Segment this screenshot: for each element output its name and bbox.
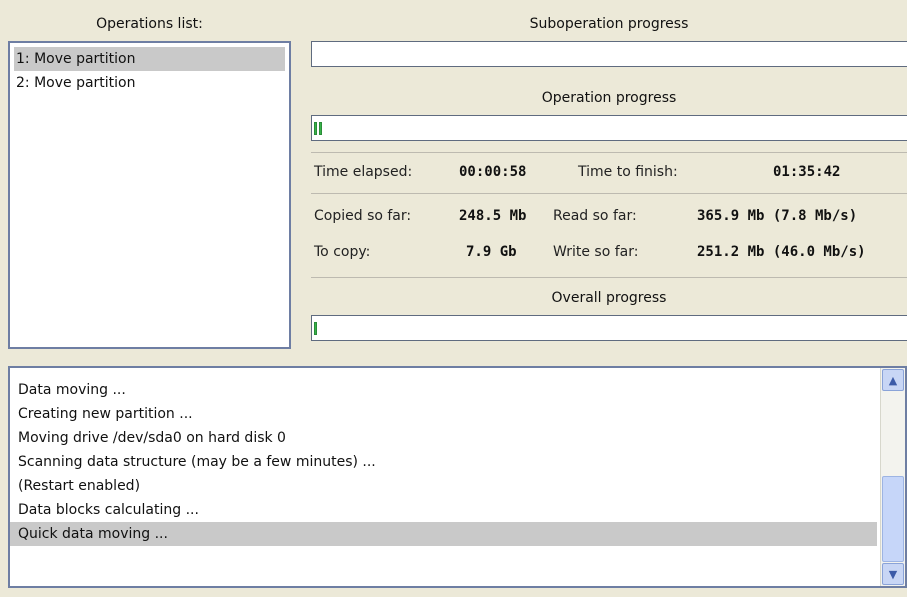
log-line: (Restart enabled)	[18, 478, 141, 494]
log-line-selected: Quick data moving ...	[10, 522, 877, 546]
progress-segment	[314, 122, 317, 135]
time-elapsed-value: 00:00:58	[459, 164, 527, 180]
to-copy-value: 7.9 Gb	[466, 244, 517, 260]
copied-value: 248.5 Mb	[459, 208, 527, 224]
operations-list-header: Operations list:	[96, 16, 203, 32]
copied-label: Copied so far:	[314, 208, 412, 224]
log-list[interactable]: Data moving ... Creating new partition .…	[8, 366, 907, 588]
log-scrollbar[interactable]: ▲ ▼	[880, 368, 905, 586]
operations-list[interactable]: 1: Move partition 2: Move partition	[8, 41, 291, 349]
divider	[311, 277, 907, 278]
scrollbar-thumb[interactable]	[882, 476, 904, 562]
to-copy-label: To copy:	[314, 244, 371, 260]
read-label: Read so far:	[553, 208, 637, 224]
operation-item-2[interactable]: 2: Move partition	[10, 71, 289, 95]
overall-progress-bar	[311, 315, 907, 341]
progress-segment	[319, 122, 322, 135]
log-line: Data moving ...	[18, 382, 126, 398]
time-elapsed-label: Time elapsed:	[314, 164, 413, 180]
write-label: Write so far:	[553, 244, 639, 260]
operation-progress-header: Operation progress	[541, 90, 677, 106]
write-value: 251.2 Mb (46.0 Mb/s)	[697, 244, 866, 260]
read-value: 365.9 Mb (7.8 Mb/s)	[697, 208, 858, 224]
suboperation-progress-header: Suboperation progress	[529, 16, 689, 32]
divider	[311, 193, 907, 194]
time-to-finish-label: Time to finish:	[578, 164, 678, 180]
time-to-finish-value: 01:35:42	[773, 164, 841, 180]
overall-progress-header: Overall progress	[551, 290, 667, 306]
overall-progress-fill	[312, 316, 907, 340]
log-line: Moving drive /dev/sda0 on hard disk 0	[18, 430, 286, 446]
log-line: Scanning data structure (may be a few mi…	[18, 454, 376, 470]
suboperation-progress-bar	[311, 41, 907, 67]
progress-segment	[314, 322, 317, 335]
operation-item-1[interactable]: 1: Move partition	[14, 47, 285, 71]
chevron-up-icon[interactable]: ▲	[882, 369, 904, 391]
operation-progress-fill	[312, 116, 907, 140]
operation-progress-bar	[311, 115, 907, 141]
log-line: Creating new partition ...	[18, 406, 193, 422]
chevron-down-icon[interactable]: ▼	[882, 563, 904, 585]
suboperation-progress-fill	[312, 42, 907, 66]
divider	[311, 152, 907, 153]
log-line: Data blocks calculating ...	[18, 502, 199, 518]
